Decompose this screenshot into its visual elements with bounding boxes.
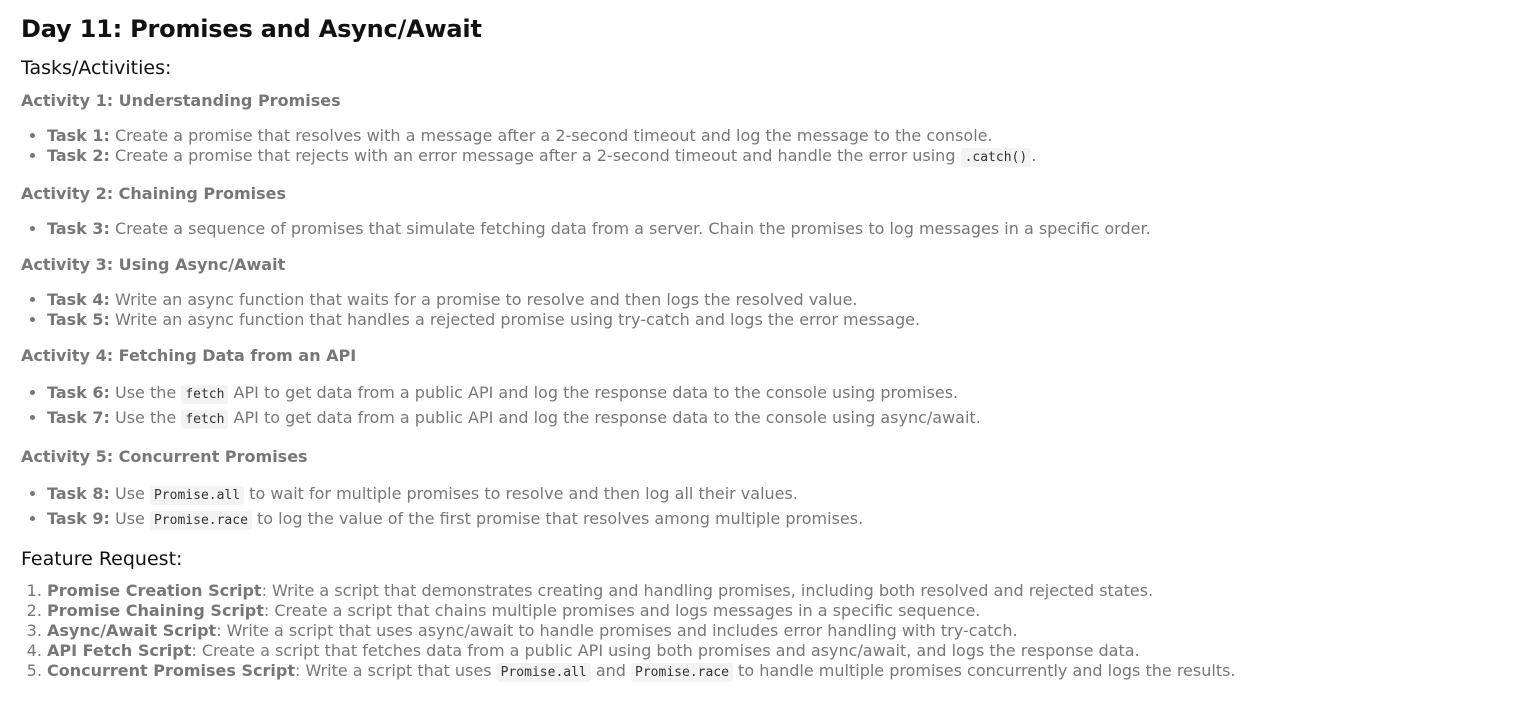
task-text-after: to wait for multiple promises to resolve… bbox=[244, 484, 798, 503]
tasks-heading: Tasks/Activities: bbox=[21, 57, 172, 79]
feature-request-heading: Feature Request: bbox=[21, 548, 183, 570]
task-text: Write an async function that handles a r… bbox=[109, 310, 921, 329]
task-1: Task 1: Create a promise that resolves w… bbox=[47, 126, 1511, 146]
task-6: Task 6: Use the fetch API to get data fr… bbox=[47, 381, 1511, 406]
activity-4-heading: Activity 4: Fetching Data from an API bbox=[21, 346, 357, 365]
task-text-after: to log the value of the first promise th… bbox=[251, 509, 864, 528]
task-text: Create a promise that resolves with a me… bbox=[109, 126, 993, 145]
activity-1-task-list: Task 1: Create a promise that resolves w… bbox=[21, 126, 1511, 168]
feature-label: Concurrent Promises Script bbox=[47, 661, 295, 680]
task-text: Use the bbox=[109, 383, 182, 402]
inline-code: Promise.all bbox=[149, 486, 245, 505]
activity-3-heading: Activity 3: Using Async/Await bbox=[21, 255, 286, 274]
task-text: Use the bbox=[109, 408, 182, 427]
task-label: Task 3: bbox=[47, 219, 110, 238]
task-label: Task 7: bbox=[47, 408, 110, 427]
activity-5-task-list: Task 8: Use Promise.all to wait for mult… bbox=[21, 482, 1511, 532]
activity-2-task-list: Task 3: Create a sequence of promises th… bbox=[21, 219, 1511, 239]
task-label: Task 4: bbox=[47, 290, 110, 309]
inline-code: Promise.race bbox=[149, 511, 252, 530]
document: Day 11: Promises and Async/Await Tasks/A… bbox=[21, 12, 1511, 683]
task-text: Write an async function that waits for a… bbox=[109, 290, 858, 309]
feature-label: API Fetch Script bbox=[47, 641, 192, 660]
feature-label: Promise Creation Script bbox=[47, 581, 262, 600]
feature-text-after: to handle multiple promises concurrently… bbox=[732, 661, 1236, 680]
activity-3-task-list: Task 4: Write an async function that wai… bbox=[21, 290, 1511, 330]
inline-code: Promise.race bbox=[631, 663, 733, 682]
activity-1-heading: Activity 1: Understanding Promises bbox=[21, 91, 341, 110]
task-label: Task 5: bbox=[47, 310, 110, 329]
task-text-after: API to get data from a public API and lo… bbox=[228, 408, 981, 427]
feature-item-5: Concurrent Promises Script: Write a scri… bbox=[47, 661, 1511, 683]
feature-text: : Write a script that demonstrates creat… bbox=[261, 581, 1154, 600]
task-label: Task 6: bbox=[47, 383, 110, 402]
task-7: Task 7: Use the fetch API to get data fr… bbox=[47, 406, 1511, 431]
feature-item-3: Async/Await Script: Write a script that … bbox=[47, 621, 1511, 641]
feature-text-mid: and bbox=[590, 661, 632, 680]
task-label: Task 8: bbox=[47, 484, 110, 503]
task-text: Create a promise that rejects with an er… bbox=[109, 146, 961, 165]
task-label: Task 2: bbox=[47, 146, 110, 165]
inline-code: fetch bbox=[181, 410, 229, 429]
page-title: Day 11: Promises and Async/Await bbox=[21, 15, 482, 43]
feature-text: : Create a script that chains multiple p… bbox=[263, 601, 981, 620]
feature-text: : Write a script that uses bbox=[294, 661, 497, 680]
task-text-after: API to get data from a public API and lo… bbox=[228, 383, 959, 402]
task-label: Task 9: bbox=[47, 509, 110, 528]
task-text: Use bbox=[109, 509, 150, 528]
task-text: Use bbox=[109, 484, 150, 503]
feature-text: : Write a script that uses async/await t… bbox=[216, 621, 1018, 640]
inline-code: Promise.all bbox=[496, 663, 591, 682]
task-4: Task 4: Write an async function that wai… bbox=[47, 290, 1511, 310]
feature-label: Async/Await Script bbox=[47, 621, 217, 640]
activity-5-heading: Activity 5: Concurrent Promises bbox=[21, 447, 308, 466]
feature-item-4: API Fetch Script: Create a script that f… bbox=[47, 641, 1511, 661]
feature-list: Promise Creation Script: Write a script … bbox=[21, 581, 1511, 683]
feature-item-1: Promise Creation Script: Write a script … bbox=[47, 581, 1511, 601]
task-text: Create a sequence of promises that simul… bbox=[109, 219, 1151, 238]
task-2: Task 2: Create a promise that rejects wi… bbox=[47, 146, 1511, 168]
task-8: Task 8: Use Promise.all to wait for mult… bbox=[47, 482, 1511, 507]
feature-label: Promise Chaining Script bbox=[47, 601, 264, 620]
task-text-after: . bbox=[1031, 146, 1037, 165]
task-label: Task 1: bbox=[47, 126, 110, 145]
feature-text: : Create a script that fetches data from… bbox=[191, 641, 1140, 660]
feature-item-2: Promise Chaining Script: Create a script… bbox=[47, 601, 1511, 621]
task-5: Task 5: Write an async function that han… bbox=[47, 310, 1511, 330]
activity-4-task-list: Task 6: Use the fetch API to get data fr… bbox=[21, 381, 1511, 431]
task-9: Task 9: Use Promise.race to log the valu… bbox=[47, 507, 1511, 532]
inline-code: fetch bbox=[181, 385, 229, 404]
inline-code: .catch() bbox=[960, 148, 1032, 167]
activity-2-heading: Activity 2: Chaining Promises bbox=[21, 184, 287, 203]
task-3: Task 3: Create a sequence of promises th… bbox=[47, 219, 1511, 239]
